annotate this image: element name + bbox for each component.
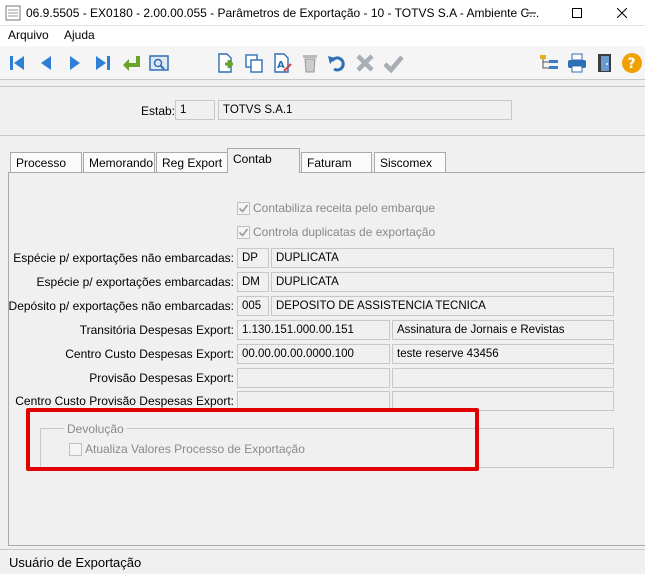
especie-nao-embarcadas-label: Espécie p/ exportações não embarcadas:	[13, 251, 234, 265]
last-icon	[96, 56, 110, 70]
svg-text:A: A	[277, 60, 285, 71]
contabiliza-receita-label: Contabiliza receita pelo embarque	[253, 201, 436, 215]
copy-icon	[245, 54, 263, 73]
tab-faturam[interactable]: Faturam	[301, 152, 372, 172]
menu-bar: Arquivo Ajuda	[0, 26, 645, 46]
centro-custo-despesas-desc: teste reserve 43456	[392, 344, 614, 364]
tab-processo[interactable]: Processo	[10, 152, 82, 172]
highlight-box	[26, 408, 479, 471]
controla-duplicatas-checkbox[interactable]	[237, 226, 250, 239]
first-button[interactable]	[4, 50, 30, 76]
especie-embarcadas-label: Espécie p/ exportações embarcadas:	[36, 275, 234, 289]
minimize-button[interactable]	[508, 0, 554, 26]
print-button[interactable]	[564, 50, 590, 76]
goto-icon	[123, 56, 140, 71]
close-icon	[617, 8, 627, 18]
undo-button[interactable]	[324, 50, 350, 76]
tab-memorando[interactable]: Memorando	[83, 152, 155, 172]
help-button[interactable]: ?	[619, 50, 645, 76]
next-icon	[70, 56, 80, 70]
especie-embarcadas-code[interactable]: DM	[237, 272, 269, 292]
deposito-desc: DEPOSITO DE ASSISTENCIA TECNICA	[271, 296, 614, 316]
estab-label: Estab:	[141, 104, 176, 118]
help-icon: ?	[622, 53, 642, 73]
next-button[interactable]	[62, 50, 88, 76]
previous-button[interactable]	[33, 50, 59, 76]
previous-icon	[41, 56, 51, 70]
transitoria-account[interactable]: 1.130.151.000.00.151	[237, 320, 390, 340]
check-icon	[238, 204, 249, 213]
close-button[interactable]	[599, 0, 645, 26]
provisao-despesas-label: Provisão Despesas Export:	[89, 371, 234, 385]
delete-button[interactable]	[297, 50, 323, 76]
tab-siscomex[interactable]: Siscomex	[374, 152, 446, 172]
check-icon	[238, 228, 249, 237]
maximize-icon	[572, 8, 582, 18]
tree-icon	[540, 55, 558, 69]
cancel-icon	[356, 54, 374, 72]
tree-button[interactable]	[536, 50, 562, 76]
cancel-button[interactable]	[352, 50, 378, 76]
ok-icon	[383, 55, 404, 74]
transitoria-label: Transitória Despesas Export:	[79, 323, 234, 337]
especie-nao-embarcadas-desc: DUPLICATA	[271, 248, 614, 268]
undo-icon	[328, 56, 345, 72]
estab-code-field[interactable]: 1	[175, 100, 215, 120]
contabiliza-receita-checkbox[interactable]	[237, 202, 250, 215]
transitoria-desc: Assinatura de Jornais e Revistas	[392, 320, 614, 340]
menu-arquivo[interactable]: Arquivo	[8, 28, 49, 42]
especie-embarcadas-desc: DUPLICATA	[271, 272, 614, 292]
minimize-icon	[526, 12, 536, 14]
deposito-label: Depósito p/ exportações não embarcadas:	[8, 299, 234, 313]
centro-custo-despesas-label: Centro Custo Despesas Export:	[65, 347, 234, 361]
app-icon	[5, 5, 21, 21]
ok-button[interactable]	[380, 50, 406, 76]
deposito-code[interactable]: 005	[237, 296, 269, 316]
print-icon	[568, 53, 586, 73]
provisao-despesas-desc	[392, 368, 614, 388]
especie-nao-embarcadas-code[interactable]: DP	[237, 248, 269, 268]
exit-icon	[598, 54, 611, 72]
edit-button[interactable]: A	[269, 50, 295, 76]
centro-custo-despesas-code[interactable]: 00.00.00.00.0000.100	[237, 344, 390, 364]
delete-icon	[303, 55, 317, 73]
maximize-button[interactable]	[554, 0, 600, 26]
controla-duplicatas-label: Controla duplicatas de exportação	[253, 225, 436, 239]
toolbar: A ?	[0, 46, 645, 80]
tab-reg-export[interactable]: Reg Export	[156, 152, 228, 172]
status-text: Usuário de Exportação	[9, 555, 142, 570]
goto-button[interactable]	[118, 50, 144, 76]
copy-button[interactable]	[241, 50, 267, 76]
window-title: 06.9.5505 - EX0180 - 2.00.00.055 - Parâm…	[26, 6, 540, 20]
edit-icon: A	[274, 53, 292, 73]
new-button[interactable]	[212, 50, 238, 76]
status-bar: Usuário de Exportação	[0, 549, 645, 574]
tab-contab[interactable]: Contab	[227, 148, 300, 173]
title-bar: 06.9.5505 - EX0180 - 2.00.00.055 - Parâm…	[0, 0, 645, 26]
menu-ajuda[interactable]: Ajuda	[64, 28, 95, 42]
last-button[interactable]	[90, 50, 116, 76]
first-icon	[10, 56, 24, 70]
new-icon	[218, 53, 233, 73]
provisao-despesas-account[interactable]	[237, 368, 390, 388]
svg-text:?: ?	[628, 56, 636, 72]
search-button[interactable]	[146, 50, 172, 76]
search-icon	[149, 55, 169, 71]
centro-custo-provisao-label: Centro Custo Provisão Despesas Export:	[15, 394, 234, 408]
exit-button[interactable]	[592, 50, 618, 76]
estab-name-field: TOTVS S.A.1	[218, 100, 512, 120]
